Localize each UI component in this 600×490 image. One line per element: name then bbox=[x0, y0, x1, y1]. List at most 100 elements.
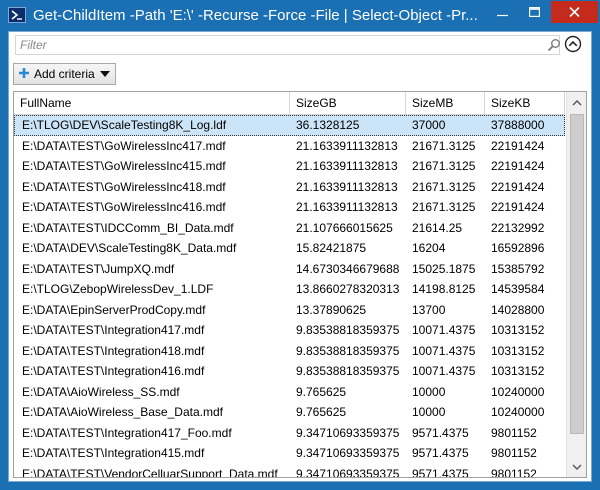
cell-fullname: E:\DATA\TEST\JumpXQ.mdf bbox=[22, 261, 175, 276]
cell-fullname: E:\DATA\DEV\ScaleTesting8K_Data.mdf bbox=[22, 241, 237, 255]
cell-sizegb: 21.1633911132813 bbox=[296, 159, 398, 173]
maximize-button[interactable] bbox=[519, 1, 551, 23]
cell-sizekb: 10313152 bbox=[491, 364, 545, 378]
table-row[interactable]: E:\DATA\TEST\Integration417.mdf 9.8353881… bbox=[14, 320, 565, 341]
cell-fullname: E:\DATA\EpinServerProdCopy.mdf bbox=[22, 302, 206, 317]
cell-sizegb: 9.765625 bbox=[296, 405, 347, 419]
cell-fullname: E:\DATA\TEST\Integration417.mdf bbox=[22, 323, 205, 337]
cell-sizemb: 9571.4375 bbox=[412, 446, 469, 460]
table-row[interactable]: E:\DATA\TEST\VendorCelluarSupport_Data.m… bbox=[14, 464, 565, 478]
table-row[interactable]: E:\DATA\TEST\Integration417_Foo.mdf 9.347… bbox=[14, 423, 565, 444]
scroll-thumb[interactable] bbox=[570, 114, 584, 434]
cell-sizemb: 10000 bbox=[412, 405, 446, 419]
close-icon bbox=[569, 7, 580, 17]
cell-sizekb: 22132992 bbox=[491, 220, 545, 235]
table-row[interactable]: E:\DATA\AioWireless_Base_Data.mdf 9.76562… bbox=[14, 402, 565, 423]
cell-sizekb: 10313152 bbox=[491, 343, 545, 358]
cell-sizekb: 9801152 bbox=[491, 466, 537, 478]
cell-sizegb: 21.1633911132813 bbox=[296, 179, 398, 194]
scroll-down-button[interactable] bbox=[567, 457, 586, 477]
cell-fullname: E:\DATA\TEST\Integration417_Foo.mdf bbox=[22, 425, 232, 440]
plus-icon bbox=[19, 68, 29, 78]
add-criteria-button[interactable]: Add criteria bbox=[13, 63, 116, 85]
cell-sizekb: 10240000 bbox=[491, 384, 545, 399]
cell-sizegb: 13.8660278320313 bbox=[296, 282, 400, 296]
scroll-up-button[interactable] bbox=[567, 92, 586, 114]
table-row[interactable]: E:\DATA\TEST\JumpXQ.mdf 14.6730346679688 1… bbox=[14, 259, 565, 280]
table-row[interactable]: E:\DATA\DEV\ScaleTesting8K_Data.mdf 15.82… bbox=[14, 238, 565, 259]
table-row[interactable]: E:\DATA\TEST\Integration418.mdf 9.8353881… bbox=[14, 341, 565, 362]
cell-sizegb: 15.82421875 bbox=[296, 241, 367, 255]
filter-box[interactable] bbox=[15, 35, 560, 55]
cell-sizegb: 9.34710693359375 bbox=[296, 466, 400, 478]
cell-sizemb: 9571.4375 bbox=[412, 425, 469, 440]
table-row[interactable]: E:\DATA\TEST\GoWirelessInc416.mdf 21.1633… bbox=[14, 197, 565, 218]
cell-sizekb: 22191424 bbox=[491, 138, 545, 153]
cell-sizemb: 14198.8125 bbox=[412, 282, 476, 296]
maximize-icon bbox=[529, 7, 540, 17]
column-header-sizemb[interactable]: SizeMB bbox=[406, 92, 485, 114]
cell-fullname: E:\DATA\TEST\GoWirelessInc415.mdf bbox=[22, 159, 226, 173]
cell-sizemb: 10000 bbox=[412, 384, 446, 399]
table-row[interactable]: E:\DATA\AioWireless_SS.mdf 9.765625 10000 1… bbox=[14, 382, 565, 403]
minimize-icon bbox=[497, 14, 508, 17]
collapse-criteria-button[interactable] bbox=[564, 35, 582, 53]
cell-fullname: E:\DATA\TEST\GoWirelessInc417.mdf bbox=[22, 138, 226, 153]
table-row[interactable]: E:\DATA\TEST\GoWirelessInc417.mdf 21.1633… bbox=[14, 136, 565, 157]
scroll-down-icon bbox=[572, 464, 582, 470]
cell-sizemb: 21671.3125 bbox=[412, 138, 476, 153]
cell-sizegb: 13.37890625 bbox=[296, 302, 367, 317]
close-button[interactable] bbox=[551, 1, 598, 23]
cell-fullname: E:\TLOG\ZebopWirelessDev_1.LDF bbox=[22, 282, 214, 296]
title-bar[interactable]: Get-ChildItem -Path 'E:\' -Recurse -Forc… bbox=[1, 1, 599, 31]
table-row[interactable]: E:\DATA\TEST\GoWirelessInc415.mdf 21.1633… bbox=[14, 156, 565, 177]
client-area: Add criteria FullName SizeGB SizeMB Size… bbox=[8, 31, 592, 482]
cell-sizemb: 10071.4375 bbox=[412, 323, 476, 337]
cell-sizekb: 14539584 bbox=[491, 282, 545, 296]
cell-sizegb: 9.34710693359375 bbox=[296, 425, 400, 440]
results-grid: FullName SizeGB SizeMB SizeKB E:\TLOG\DE… bbox=[13, 91, 587, 478]
cell-sizegb: 14.6730346679688 bbox=[296, 261, 400, 276]
cell-sizekb: 16592896 bbox=[491, 241, 545, 255]
table-row[interactable]: E:\TLOG\DEV\ScaleTesting8K_Log.ldf 36.132… bbox=[14, 115, 565, 136]
table-row[interactable]: E:\DATA\TEST\Integration416.mdf 9.8353881… bbox=[14, 361, 565, 382]
cell-sizegb: 21.1633911132813 bbox=[296, 138, 398, 153]
minimize-button[interactable] bbox=[487, 1, 519, 23]
add-criteria-label: Add criteria bbox=[34, 67, 95, 81]
search-icon bbox=[547, 39, 560, 52]
filter-input[interactable] bbox=[20, 37, 530, 53]
chevron-up-circle-icon bbox=[564, 35, 582, 53]
caret-down-icon bbox=[100, 71, 110, 77]
cell-fullname: E:\DATA\TEST\Integration418.mdf bbox=[22, 343, 205, 358]
column-header-sizegb[interactable]: SizeGB bbox=[290, 92, 406, 114]
grid-header: FullName SizeGB SizeMB SizeKB bbox=[14, 92, 565, 115]
cell-fullname: E:\DATA\TEST\IDCComm_BI_Data.mdf bbox=[22, 220, 234, 235]
window-title: Get-ChildItem -Path 'E:\' -Recurse -Forc… bbox=[33, 7, 478, 24]
cell-sizekb: 9801152 bbox=[491, 425, 537, 440]
scroll-up-icon bbox=[572, 100, 582, 106]
cell-sizegb: 9.83538818359375 bbox=[296, 323, 400, 337]
cell-sizemb: 21614.25 bbox=[412, 220, 463, 235]
table-row[interactable]: E:\DATA\TEST\Integration415.mdf 9.3471069… bbox=[14, 443, 565, 464]
vertical-scrollbar[interactable] bbox=[566, 92, 586, 477]
cell-fullname: E:\DATA\AioWireless_Base_Data.mdf bbox=[22, 405, 223, 419]
cell-fullname: E:\DATA\AioWireless_SS.mdf bbox=[22, 384, 180, 399]
cell-sizegb: 9.83538818359375 bbox=[296, 343, 400, 358]
table-row[interactable]: E:\DATA\TEST\GoWirelessInc418.mdf 21.1633… bbox=[14, 177, 565, 198]
table-row[interactable]: E:\DATA\EpinServerProdCopy.mdf 13.3789062… bbox=[14, 300, 565, 321]
powershell-icon bbox=[8, 7, 26, 23]
column-header-sizekb[interactable]: SizeKB bbox=[485, 92, 565, 114]
cell-sizegb: 21.107666015625 bbox=[296, 220, 393, 235]
cell-fullname: E:\DATA\TEST\GoWirelessInc416.mdf bbox=[22, 200, 226, 214]
cell-sizegb: 21.1633911132813 bbox=[296, 200, 398, 214]
table-row[interactable]: E:\DATA\TEST\IDCComm_BI_Data.mdf 21.10766… bbox=[14, 218, 565, 239]
table-row[interactable]: E:\TLOG\ZebopWirelessDev_1.LDF 13.8660278… bbox=[14, 279, 565, 300]
cell-sizemb: 15025.1875 bbox=[412, 261, 476, 276]
cell-sizegb: 9.765625 bbox=[296, 384, 347, 399]
column-header-fullname[interactable]: FullName bbox=[14, 92, 290, 114]
cell-sizemb: 37000 bbox=[412, 118, 446, 132]
cell-sizemb: 10071.4375 bbox=[412, 343, 476, 358]
cell-sizekb: 22191424 bbox=[491, 159, 545, 173]
cell-sizemb: 13700 bbox=[412, 302, 446, 317]
cell-sizemb: 21671.3125 bbox=[412, 179, 476, 194]
